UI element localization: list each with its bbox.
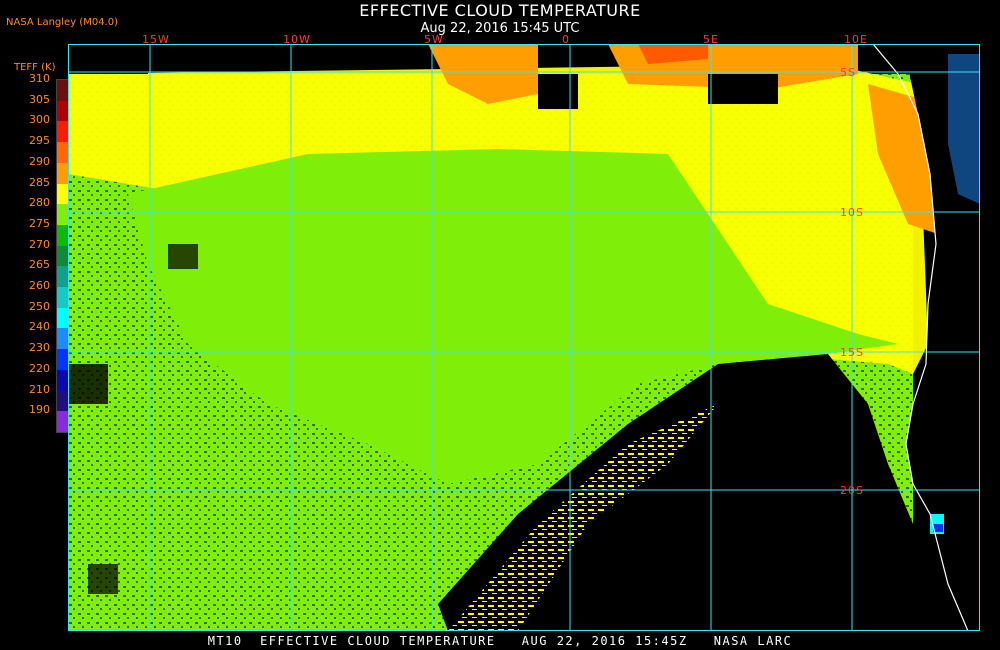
legend-tick-230: 230	[29, 341, 50, 355]
legend-tick-220: 220	[29, 361, 50, 375]
legend-tick-250: 250	[29, 299, 50, 313]
legend-tick-295: 295	[29, 134, 50, 148]
longitude-label: 15W	[142, 33, 170, 46]
footer-caption: MT10 EFFECTIVE CLOUD TEMPERATURE AUG 22,…	[207, 634, 793, 648]
latitude-label: 15S	[840, 346, 864, 359]
legend-tick-290: 290	[29, 154, 50, 168]
legend-tick-300: 300	[29, 113, 50, 127]
longitude-label: 10W	[283, 33, 311, 46]
longitude-label: 5E	[703, 33, 719, 46]
legend-tick-190: 190	[29, 403, 50, 417]
legend-tick-265: 265	[29, 258, 50, 272]
legend-tick-240: 240	[29, 320, 50, 334]
cloud-field	[68, 44, 938, 631]
latitude-label: 20S	[840, 484, 864, 497]
legend-tick-310: 310	[29, 72, 50, 85]
longitude-label: 5W	[424, 33, 444, 46]
legend-tick-285: 285	[29, 175, 50, 189]
latitude-label: 5S	[840, 66, 856, 79]
legend-tick-260: 260	[29, 279, 50, 293]
producer-label: NASA Langley (M04.0)	[6, 17, 118, 28]
legend-tick-280: 280	[29, 196, 50, 210]
map-title: EFFECTIVE CLOUD TEMPERATURE	[359, 1, 641, 20]
longitude-label: 10E	[844, 33, 868, 46]
legend-tick-210: 210	[29, 382, 50, 396]
legend-tick-275: 275	[29, 216, 50, 230]
legend-tick-270: 270	[29, 237, 50, 251]
longitude-label: 0	[562, 33, 570, 46]
satellite-map	[68, 44, 980, 631]
legend-tick-305: 305	[29, 92, 50, 106]
latitude-label: 10S	[840, 206, 864, 219]
